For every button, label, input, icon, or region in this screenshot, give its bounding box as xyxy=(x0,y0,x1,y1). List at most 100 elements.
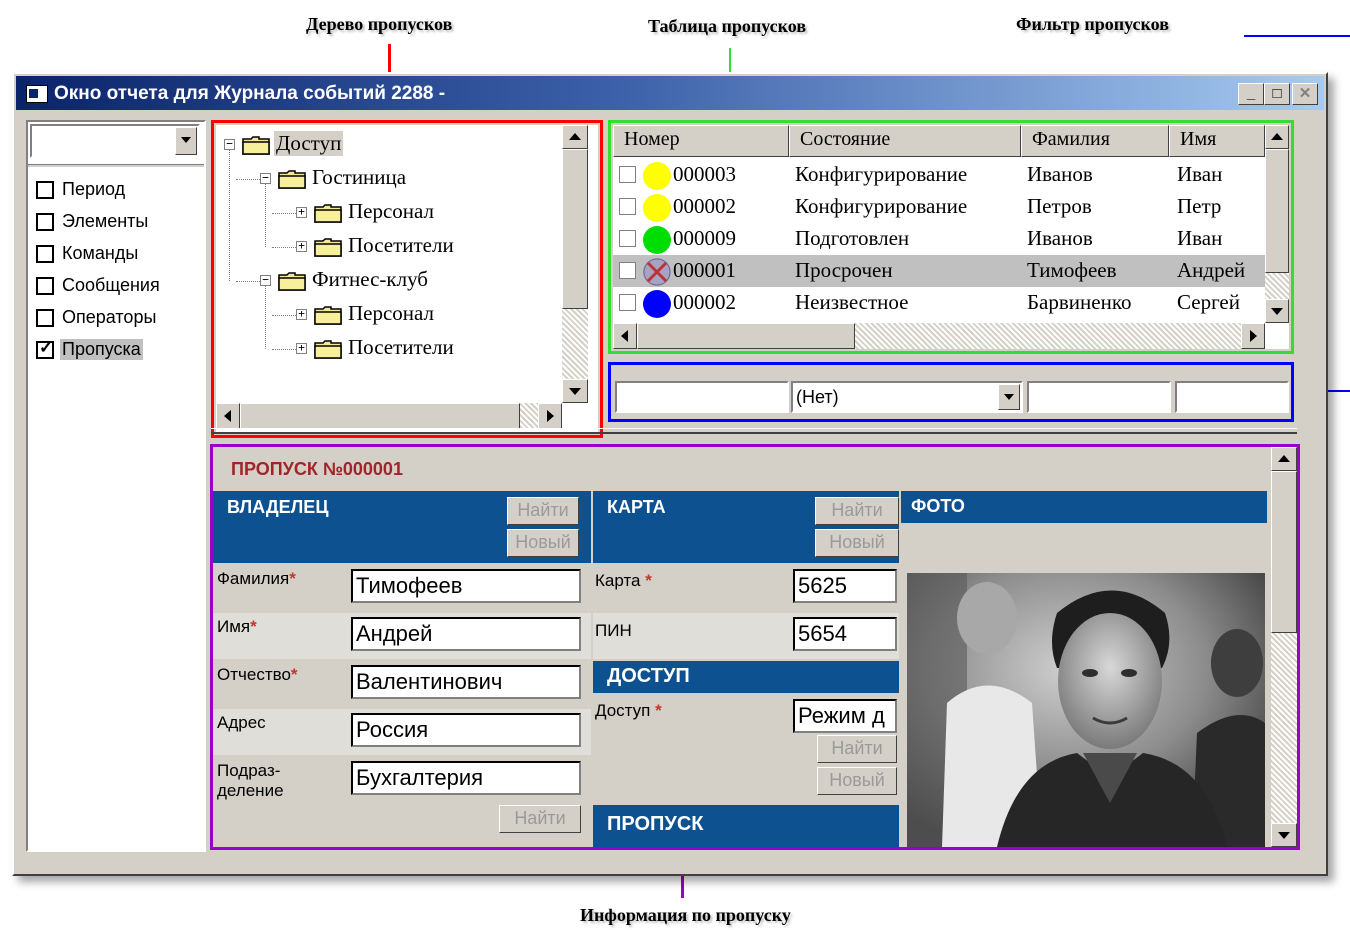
table-row[interactable]: 000009 Подготовлен Иванов Иван xyxy=(613,223,1265,255)
info-vscroll[interactable] xyxy=(1271,447,1297,847)
owner-find-button[interactable]: Найти xyxy=(507,497,579,525)
scroll-down-icon[interactable] xyxy=(562,379,588,403)
table-row[interactable]: 000003 Конфигурирование Иванов Иван xyxy=(613,159,1265,191)
table-hscroll-thumb[interactable] xyxy=(637,323,855,349)
row-checkbox[interactable] xyxy=(619,230,636,247)
pass-tree-frame: − Доступ − Гостиница + Персонал + Посетители − Фи… xyxy=(211,120,603,438)
folder-icon xyxy=(314,238,342,257)
scroll-down-icon[interactable] xyxy=(1271,823,1297,847)
access-section-header: ДОСТУП xyxy=(593,661,899,693)
table-hscroll[interactable] xyxy=(613,323,1265,349)
table-row[interactable]: 000001 Просрочен Тимофеев Андрей xyxy=(613,255,1265,287)
owner-field-label: Отчество* xyxy=(217,665,298,684)
filter-surname-input[interactable] xyxy=(1027,381,1171,413)
filter-state-select[interactable]: (Нет) xyxy=(791,381,1023,413)
required-mark: * xyxy=(250,617,257,636)
expand-icon[interactable]: + xyxy=(296,308,307,320)
card-input[interactable]: 5625 xyxy=(793,569,897,603)
chevron-down-icon[interactable] xyxy=(175,127,197,155)
tree-connector xyxy=(236,281,260,282)
scroll-left-icon[interactable] xyxy=(613,323,637,349)
options-combo[interactable] xyxy=(30,124,200,158)
required-mark: * xyxy=(289,569,296,588)
checkbox-icon[interactable] xyxy=(36,338,54,359)
column-header-2[interactable]: Фамилия xyxy=(1021,125,1169,157)
cell-state: Неизвестное xyxy=(795,290,909,314)
cell-state: Конфигурирование xyxy=(795,162,968,186)
tree-node-label: Посетители xyxy=(348,335,454,359)
table-row[interactable]: 000002 Неизвестное Барвиненко Сергей xyxy=(613,287,1265,319)
status-indicator-icon xyxy=(643,226,671,254)
owner-new-button[interactable]: Новый xyxy=(507,529,579,557)
access-input[interactable]: Режим д xyxy=(793,699,897,733)
cell-surname: Иванов xyxy=(1027,162,1093,186)
cell-state: Конфигурирование xyxy=(795,194,968,218)
card-new-button[interactable]: Новый xyxy=(815,529,899,557)
folder-icon xyxy=(278,170,306,189)
info-vscroll-thumb[interactable] xyxy=(1271,471,1297,633)
table-vscroll[interactable] xyxy=(1265,125,1289,323)
title-bar[interactable]: Окно отчета для Журнала событий 2288 - _… xyxy=(16,76,1324,110)
pass-title: ПРОПУСК №000001 xyxy=(231,459,403,479)
collapse-icon[interactable]: − xyxy=(224,138,235,150)
tree-hscroll[interactable] xyxy=(216,403,562,429)
table-vscroll-thumb[interactable] xyxy=(1265,149,1289,273)
tree-connector xyxy=(236,179,260,180)
tree-vscroll[interactable] xyxy=(562,125,588,403)
horizontal-splitter[interactable] xyxy=(211,428,1297,434)
expand-icon[interactable]: + xyxy=(296,342,307,354)
owner-field-input[interactable]: Россия xyxy=(351,713,581,747)
scroll-right-icon[interactable] xyxy=(538,403,562,429)
department-find-button[interactable]: Найти xyxy=(499,805,581,833)
table-row[interactable]: 000002 Конфигурирование Петров Петр xyxy=(613,191,1265,223)
collapse-icon[interactable]: − xyxy=(260,172,271,184)
tree-node-label: Посетители xyxy=(348,233,454,257)
pin-input[interactable]: 5654 xyxy=(793,617,897,651)
expand-icon[interactable]: + xyxy=(296,206,307,218)
owner-field-input[interactable]: Валентинович xyxy=(351,665,581,699)
access-find-button[interactable]: Найти xyxy=(817,735,897,763)
column-header-1[interactable]: Состояние xyxy=(789,125,1021,157)
row-checkbox[interactable] xyxy=(619,294,636,311)
callout-pass-filter: Фильтр пропусков xyxy=(1016,14,1169,34)
checkbox-icon[interactable] xyxy=(36,309,54,327)
scroll-up-icon[interactable] xyxy=(562,125,588,149)
access-new-button[interactable]: Новый xyxy=(817,767,897,795)
owner-field-input[interactable]: Тимофеев xyxy=(351,569,581,603)
option-label: Команды xyxy=(62,243,139,263)
chevron-down-icon[interactable] xyxy=(998,384,1020,410)
filter-number-input[interactable] xyxy=(615,381,789,413)
checkbox-icon[interactable] xyxy=(36,277,54,295)
checkbox-icon[interactable] xyxy=(36,181,54,199)
pass-info-frame: ПРОПУСК №000001 ВЛАДЕЛЕЦ Найти Новый Фам… xyxy=(210,444,1300,850)
cell-name: Иван xyxy=(1177,162,1223,186)
scroll-up-icon[interactable] xyxy=(1271,447,1297,471)
maximize-button[interactable]: □ xyxy=(1264,83,1290,105)
owner-field-input[interactable]: Андрей xyxy=(351,617,581,651)
column-header-0[interactable]: Номер xyxy=(613,125,789,157)
expand-icon[interactable]: + xyxy=(296,240,307,252)
row-checkbox[interactable] xyxy=(619,262,636,279)
scroll-up-icon[interactable] xyxy=(1265,125,1289,149)
card-find-button[interactable]: Найти xyxy=(815,497,899,525)
pass-info: ПРОПУСК №000001 ВЛАДЕЛЕЦ Найти Новый Фам… xyxy=(213,447,1297,847)
checkbox-icon[interactable] xyxy=(36,213,54,231)
collapse-icon[interactable]: − xyxy=(260,274,271,286)
owner-field-input[interactable]: Бухгалтерия xyxy=(351,761,581,795)
checkbox-icon[interactable] xyxy=(36,245,54,263)
row-checkbox[interactable] xyxy=(619,198,636,215)
cell-state: Просрочен xyxy=(795,258,893,282)
column-header-3[interactable]: Имя xyxy=(1169,125,1265,157)
scroll-down-icon[interactable] xyxy=(1265,299,1289,323)
tree-vscroll-thumb[interactable] xyxy=(562,149,588,309)
tree-hscroll-thumb[interactable] xyxy=(240,403,520,429)
close-button[interactable]: ✕ xyxy=(1292,83,1318,105)
scroll-right-icon[interactable] xyxy=(1241,323,1265,349)
row-checkbox[interactable] xyxy=(619,166,636,183)
filter-name-input[interactable] xyxy=(1175,381,1289,413)
minimize-button[interactable]: _ xyxy=(1238,83,1264,105)
cell-state: Подготовлен xyxy=(795,226,910,250)
status-indicator-icon xyxy=(643,290,671,318)
option-label: Сообщения xyxy=(62,275,160,295)
scroll-left-icon[interactable] xyxy=(216,403,240,429)
